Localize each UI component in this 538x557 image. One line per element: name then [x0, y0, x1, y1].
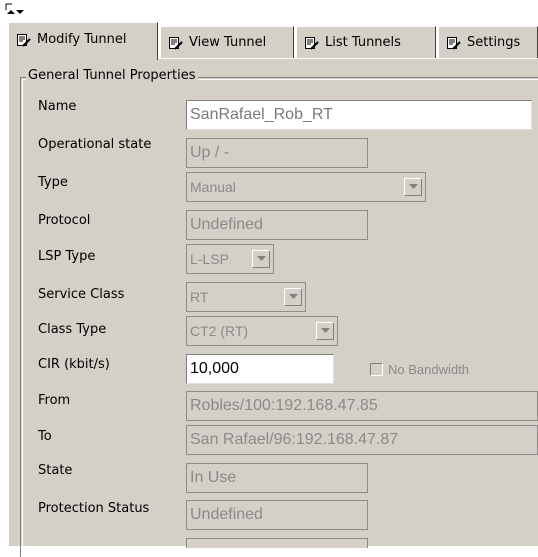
no-bandwidth-label: No Bandwidth [388, 362, 469, 377]
tab-list-tunnels[interactable]: List Tunnels [296, 26, 436, 58]
partial-next-field [186, 538, 368, 548]
service-class-label: Service Class [38, 287, 125, 302]
class-type-select-value: CT2 (RT) [190, 323, 249, 339]
tab-label: View Tunnel [189, 35, 267, 50]
chevron-down-icon [408, 184, 418, 189]
protection-status-label: Protection Status [38, 501, 150, 516]
to-label: To [38, 429, 52, 444]
collapse-arrows-icon[interactable] [4, 2, 26, 18]
cir-field[interactable]: 10,000 [186, 354, 334, 384]
name-label: Name [38, 99, 77, 114]
tab-label: Settings [467, 35, 521, 50]
class-type-select[interactable]: CT2 (RT) [186, 316, 338, 346]
edit-document-icon [17, 33, 31, 47]
from-label: From [38, 393, 71, 408]
lsp-type-dropdown-button[interactable] [252, 250, 270, 268]
to-field: San Rafael/96:192.168.47.87 [186, 425, 538, 455]
cir-label: CIR (kbit/s) [38, 357, 110, 372]
state-field: In Use [186, 463, 368, 493]
lsp-type-select-value: L-LSP [190, 251, 229, 267]
service-class-dropdown-button[interactable] [284, 288, 302, 306]
operational-state-field: Up / - [186, 138, 368, 168]
type-dropdown-button[interactable] [404, 178, 422, 196]
type-select[interactable]: Manual [186, 172, 426, 202]
tab-view-tunnel[interactable]: View Tunnel [160, 26, 294, 58]
from-field: Robles/100:192.168.47.85 [186, 391, 538, 421]
name-field[interactable]: SanRafael_Rob_RT [186, 100, 532, 130]
service-class-select[interactable]: RT [186, 282, 306, 312]
tab-bar: Modify Tunnel View Tunnel List Tunnels S… [8, 22, 538, 60]
no-bandwidth-checkbox[interactable] [370, 363, 383, 376]
tab-modify-tunnel[interactable]: Modify Tunnel [8, 22, 158, 60]
chevron-down-icon [256, 256, 266, 261]
no-bandwidth-option[interactable]: No Bandwidth [370, 362, 469, 377]
protection-status-field: Undefined [186, 500, 368, 530]
lsp-type-select[interactable]: L-LSP [186, 244, 274, 274]
type-select-value: Manual [190, 179, 236, 195]
chevron-down-icon [320, 328, 330, 333]
type-label: Type [38, 175, 68, 190]
operational-state-label: Operational state [38, 137, 152, 152]
class-type-label: Class Type [38, 322, 107, 337]
tab-label: List Tunnels [325, 35, 401, 50]
edit-document-icon [169, 36, 183, 50]
service-class-select-value: RT [190, 289, 209, 305]
state-label: State [38, 463, 73, 478]
tab-settings[interactable]: Settings [438, 26, 538, 58]
class-type-dropdown-button[interactable] [316, 322, 334, 340]
lsp-type-label: LSP Type [38, 249, 96, 264]
tab-label: Modify Tunnel [37, 32, 127, 47]
protocol-label: Protocol [38, 213, 91, 228]
protocol-field: Undefined [186, 210, 368, 240]
edit-document-icon [447, 36, 461, 50]
top-strip [0, 0, 538, 20]
edit-document-icon [305, 36, 319, 50]
group-title: General Tunnel Properties [26, 68, 198, 83]
chevron-down-icon [288, 294, 298, 299]
